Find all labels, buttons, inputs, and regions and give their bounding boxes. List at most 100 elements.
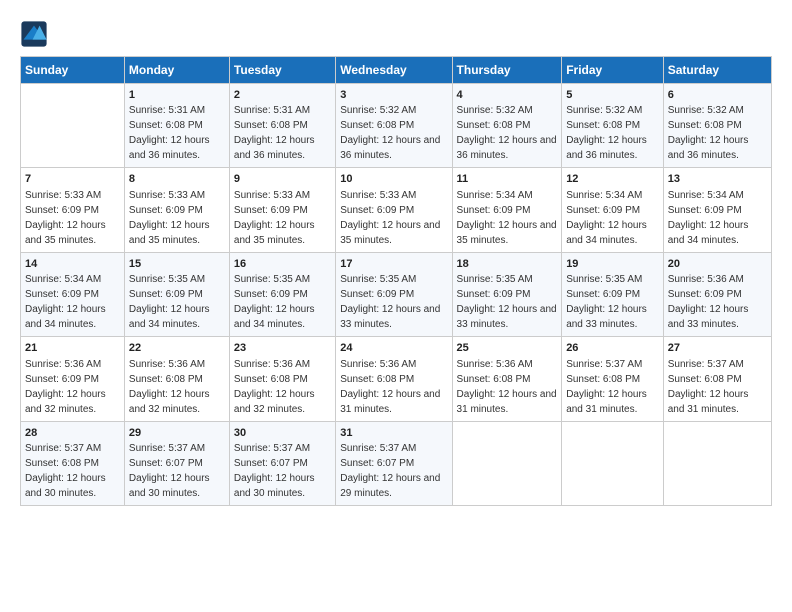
cell-sunset: Sunset: 6:08 PM [457, 120, 531, 131]
cell-sunrise: Sunrise: 5:33 AM [25, 190, 101, 201]
cell-sunset: Sunset: 6:09 PM [234, 289, 308, 300]
cell-daylight: Daylight: 12 hours and 35 minutes. [340, 220, 440, 246]
cell-sunset: Sunset: 6:08 PM [129, 374, 203, 385]
day-number: 30 [234, 426, 331, 441]
calendar-cell: 21Sunrise: 5:36 AMSunset: 6:09 PMDayligh… [21, 337, 125, 421]
cell-sunrise: Sunrise: 5:37 AM [234, 443, 310, 454]
cell-sunset: Sunset: 6:09 PM [668, 289, 742, 300]
cell-sunset: Sunset: 6:09 PM [25, 374, 99, 385]
day-number: 27 [668, 341, 767, 356]
cell-daylight: Daylight: 12 hours and 29 minutes. [340, 473, 440, 499]
calendar-cell: 10Sunrise: 5:33 AMSunset: 6:09 PMDayligh… [336, 168, 452, 252]
cell-sunrise: Sunrise: 5:31 AM [234, 105, 310, 116]
day-number: 26 [566, 341, 659, 356]
cell-sunset: Sunset: 6:09 PM [25, 205, 99, 216]
day-number: 18 [457, 257, 558, 272]
calendar-cell: 26 Sunrise: 5:37 AM Sunset: 6:08 PM Dayligh… [562, 337, 664, 421]
calendar-table: SundayMondayTuesdayWednesdayThursdayFrid… [20, 56, 772, 506]
cell-sunrise: Sunrise: 5:35 AM [234, 274, 310, 285]
day-number: 12 [566, 172, 659, 187]
cell-sunrise: Sunrise: 5:32 AM [340, 105, 416, 116]
cell-daylight: Daylight: 12 hours and 35 minutes. [457, 220, 557, 246]
cell-sunrise: Sunrise: 5:37 AM [340, 443, 416, 454]
day-number: 6 [668, 88, 767, 103]
cell-sunset: Sunset: 6:07 PM [234, 458, 308, 469]
calendar-cell [452, 421, 562, 505]
cell-sunrise: Sunrise: 5:33 AM [129, 190, 205, 201]
cell-daylight: Daylight: 12 hours and 33 minutes. [340, 304, 440, 330]
cell-sunrise: Sunrise: 5:36 AM [457, 359, 533, 370]
cell-daylight: Daylight: 12 hours and 36 minutes. [457, 135, 557, 161]
cell-sunset: Sunset: 6:08 PM [457, 374, 531, 385]
day-number: 9 [234, 172, 331, 187]
calendar-cell: 22Sunrise: 5:36 AMSunset: 6:08 PMDayligh… [124, 337, 229, 421]
cell-daylight: Daylight: 12 hours and 35 minutes. [129, 220, 210, 246]
weekday-header-wednesday: Wednesday [336, 57, 452, 84]
cell-sunrise: Sunrise: 5:33 AM [340, 190, 416, 201]
calendar-cell: 15Sunrise: 5:35 AMSunset: 6:09 PMDayligh… [124, 252, 229, 336]
cell-sunset: Sunset: 6:08 PM [234, 374, 308, 385]
logo-icon [20, 20, 48, 48]
week-row-1: 1Sunrise: 5:31 AMSunset: 6:08 PMDaylight… [21, 84, 772, 168]
week-row-2: 7Sunrise: 5:33 AMSunset: 6:09 PMDaylight… [21, 168, 772, 252]
calendar-cell: 23Sunrise: 5:36 AMSunset: 6:08 PMDayligh… [229, 337, 335, 421]
weekday-header-friday: Friday [562, 57, 664, 84]
cell-sunrise: Sunrise: 5:32 AM [457, 105, 533, 116]
weekday-header-sunday: Sunday [21, 57, 125, 84]
cell-daylight: Daylight: 12 hours and 30 minutes. [25, 473, 106, 499]
cell-daylight: Daylight: 12 hours and 34 minutes. [668, 220, 749, 246]
cell-sunrise: Sunrise: 5:32 AM [566, 105, 642, 116]
cell-daylight: Daylight: 12 hours and 36 minutes. [129, 135, 210, 161]
calendar-cell: 16Sunrise: 5:35 AMSunset: 6:09 PMDayligh… [229, 252, 335, 336]
cell-sunrise: Sunrise: 5:33 AM [234, 190, 310, 201]
cell-sunset: Sunset: 6:08 PM [340, 120, 414, 131]
day-number: 22 [129, 341, 225, 356]
weekday-header-monday: Monday [124, 57, 229, 84]
day-number: 17 [340, 257, 447, 272]
cell-sunset: Sunset: 6:09 PM [457, 205, 531, 216]
day-number: 21 [25, 341, 120, 356]
day-number: 28 [25, 426, 120, 441]
cell-daylight: Daylight: 12 hours and 32 minutes. [129, 389, 210, 415]
cell-daylight: Daylight: 12 hours and 31 minutes. [668, 389, 749, 415]
cell-daylight: Daylight: 12 hours and 36 minutes. [340, 135, 440, 161]
weekday-header-saturday: Saturday [663, 57, 771, 84]
cell-daylight: Daylight: 12 hours and 30 minutes. [129, 473, 210, 499]
cell-daylight: Daylight: 12 hours and 35 minutes. [25, 220, 106, 246]
cell-daylight: Daylight: 12 hours and 31 minutes. [566, 389, 647, 415]
cell-sunset: Sunset: 6:08 PM [566, 374, 640, 385]
day-number: 15 [129, 257, 225, 272]
calendar-cell: 29 Sunrise: 5:37 AM Sunset: 6:07 PM Dayligh… [124, 421, 229, 505]
calendar-cell: 18Sunrise: 5:35 AMSunset: 6:09 PMDayligh… [452, 252, 562, 336]
cell-sunset: Sunset: 6:09 PM [25, 289, 99, 300]
cell-sunrise: Sunrise: 5:37 AM [129, 443, 205, 454]
cell-sunrise: Sunrise: 5:37 AM [566, 359, 642, 370]
calendar-cell [663, 421, 771, 505]
day-number: 4 [457, 88, 558, 103]
cell-sunset: Sunset: 6:08 PM [340, 374, 414, 385]
day-number: 3 [340, 88, 447, 103]
cell-daylight: Daylight: 12 hours and 32 minutes. [25, 389, 106, 415]
cell-sunset: Sunset: 6:08 PM [668, 120, 742, 131]
cell-sunrise: Sunrise: 5:35 AM [340, 274, 416, 285]
cell-daylight: Daylight: 12 hours and 36 minutes. [234, 135, 315, 161]
day-number: 14 [25, 257, 120, 272]
cell-sunset: Sunset: 6:08 PM [25, 458, 99, 469]
cell-sunrise: Sunrise: 5:34 AM [25, 274, 101, 285]
day-number: 29 [129, 426, 225, 441]
cell-sunset: Sunset: 6:07 PM [340, 458, 414, 469]
cell-sunrise: Sunrise: 5:37 AM [668, 359, 744, 370]
cell-sunrise: Sunrise: 5:34 AM [566, 190, 642, 201]
calendar-cell: 13Sunrise: 5:34 AMSunset: 6:09 PMDayligh… [663, 168, 771, 252]
day-number: 13 [668, 172, 767, 187]
cell-sunset: Sunset: 6:09 PM [668, 205, 742, 216]
logo [20, 20, 52, 48]
cell-sunset: Sunset: 6:08 PM [668, 374, 742, 385]
cell-sunset: Sunset: 6:08 PM [129, 120, 203, 131]
cell-daylight: Daylight: 12 hours and 34 minutes. [25, 304, 106, 330]
weekday-header-row: SundayMondayTuesdayWednesdayThursdayFrid… [21, 57, 772, 84]
cell-sunset: Sunset: 6:07 PM [129, 458, 203, 469]
calendar-cell: 30Sunrise: 5:37 AMSunset: 6:07 PMDayligh… [229, 421, 335, 505]
cell-sunrise: Sunrise: 5:36 AM [668, 274, 744, 285]
day-number: 20 [668, 257, 767, 272]
